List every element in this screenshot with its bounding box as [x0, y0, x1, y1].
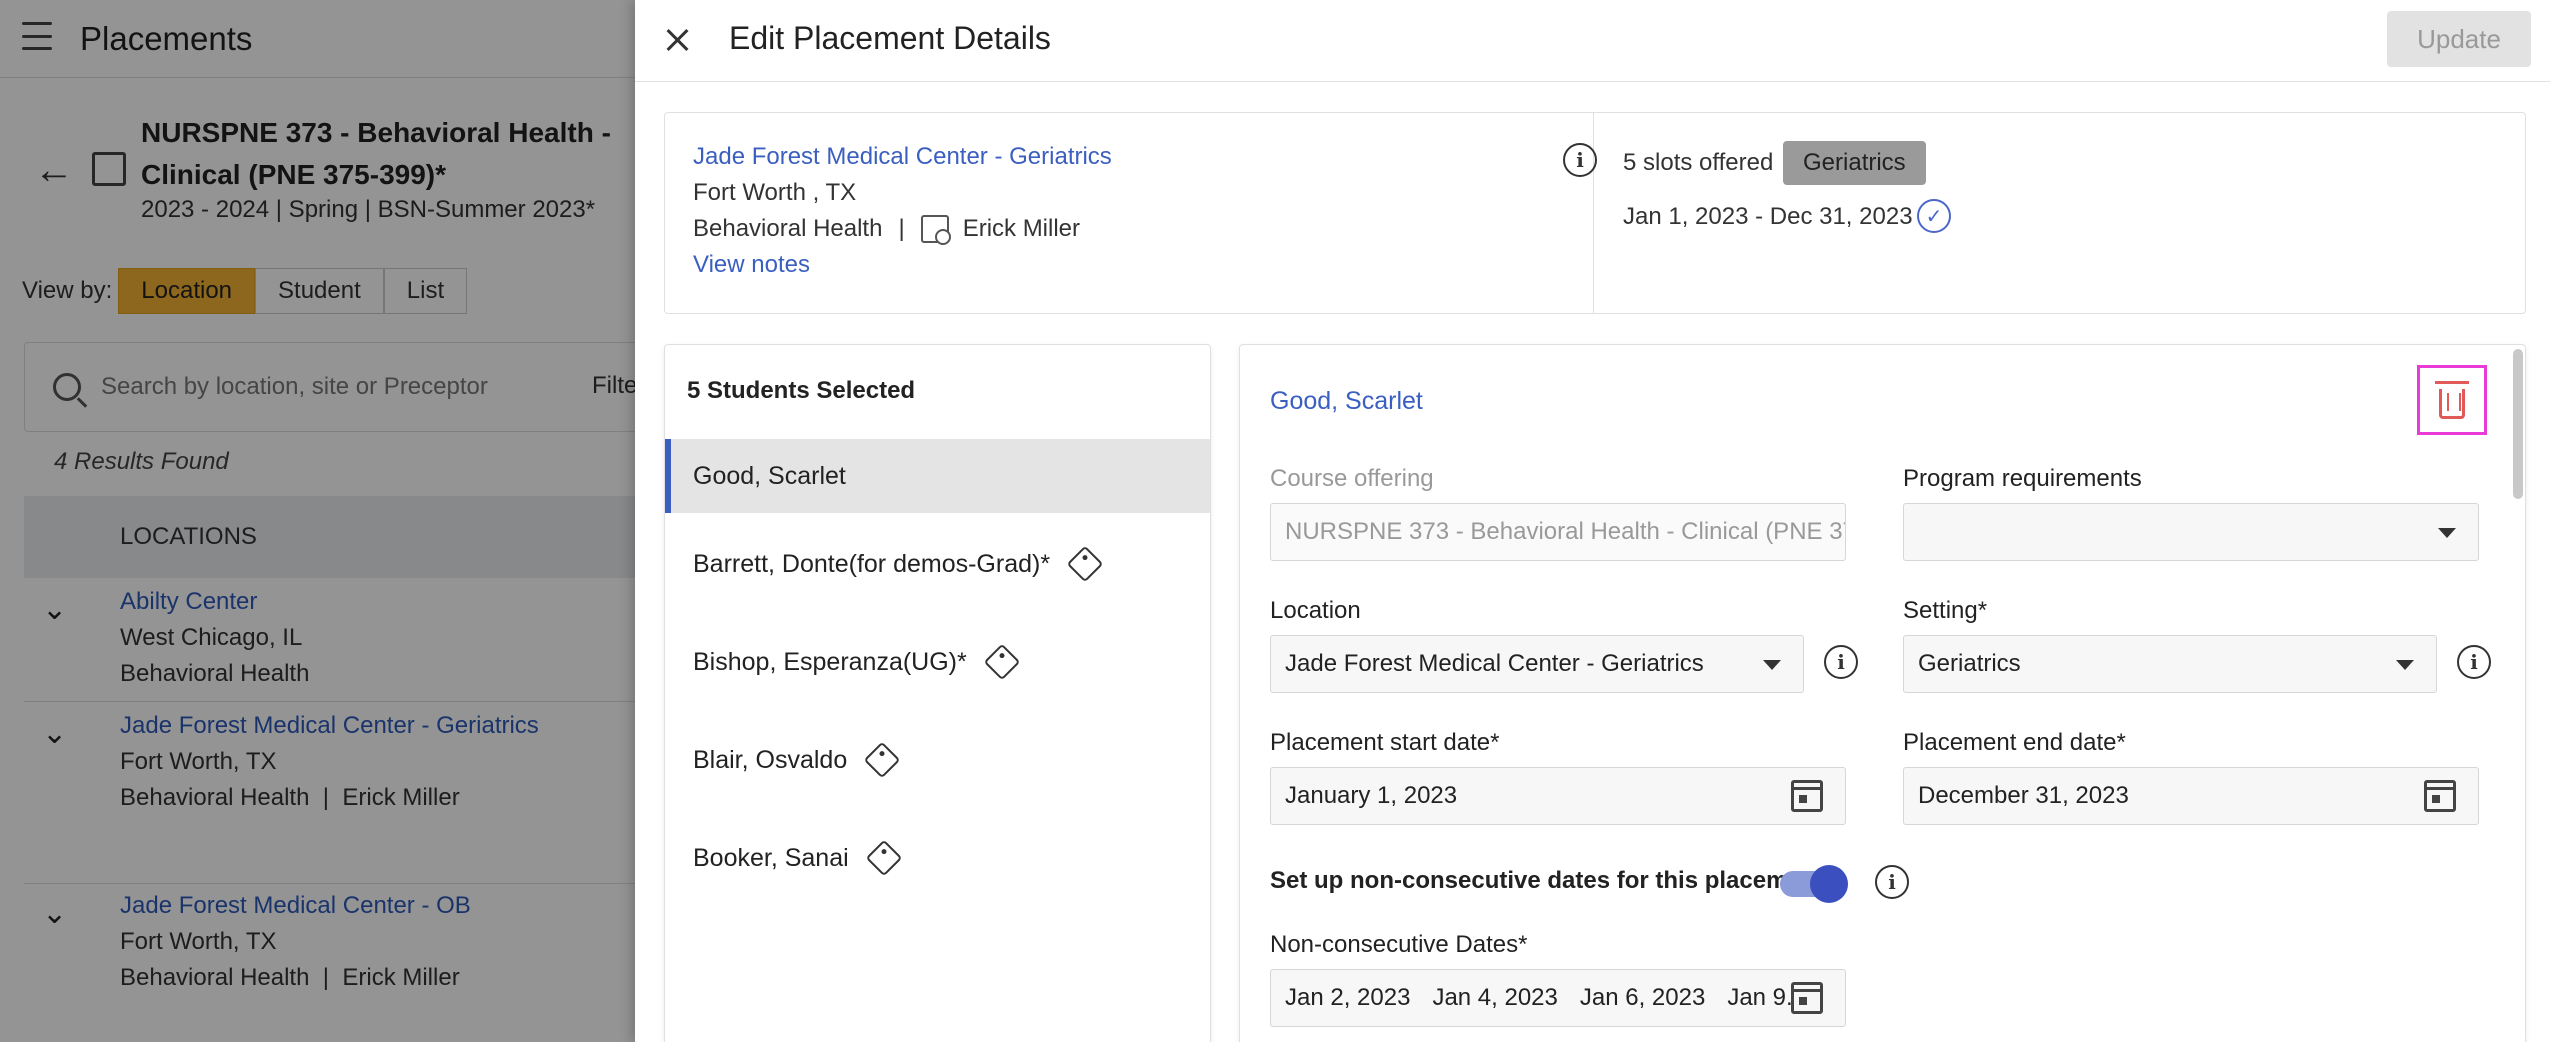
update-button[interactable]: Update — [2387, 11, 2531, 67]
date-range: Jan 1, 2023 - Dec 31, 2023 — [1623, 203, 1913, 230]
start-date-label: Placement start date* — [1270, 729, 1500, 756]
date-chip: Jan 2, 2023 — [1285, 984, 1411, 1011]
calendar-icon[interactable] — [2424, 780, 2456, 812]
student-item-bishop-esperanza[interactable]: Bishop, Esperanza(UG)* — [665, 625, 1210, 699]
tag-icon[interactable] — [865, 839, 903, 877]
student-item-booker-sanai[interactable]: Booker, Sanai — [665, 821, 1210, 895]
trash-icon — [2435, 381, 2469, 419]
summary-specialty-preceptor: Behavioral Health | Erick Miller — [693, 215, 1081, 245]
tag-icon[interactable] — [983, 643, 1021, 681]
student-name: Booker, Sanai — [693, 843, 849, 872]
non-consecutive-dates-input[interactable]: Jan 2, 2023 Jan 4, 2023 Jan 6, 2023 Jan … — [1270, 969, 1846, 1027]
student-name: Good, Scarlet — [693, 461, 846, 490]
location-info-icon[interactable]: i — [1824, 645, 1858, 679]
summary-city: Fort Worth , TX — [693, 179, 857, 206]
separator: | — [898, 215, 905, 242]
chevron-down-icon — [2438, 528, 2456, 538]
student-name: Blair, Osvaldo — [693, 745, 848, 774]
placement-summary-card: Jade Forest Medical Center - Geriatrics … — [664, 112, 2526, 314]
setting-badge: Geriatrics — [1783, 141, 1926, 185]
tag-icon[interactable] — [863, 741, 901, 779]
student-name: Barrett, Donte(for demos-Grad)* — [693, 549, 1051, 578]
calendar-icon[interactable] — [1791, 982, 1823, 1014]
tag-icon[interactable] — [1066, 545, 1104, 583]
drawer-title: Edit Placement Details — [729, 20, 1051, 56]
setting-select[interactable]: Geriatrics — [1903, 635, 2437, 693]
student-item-blair-osvaldo[interactable]: Blair, Osvaldo — [665, 723, 1210, 797]
location-select[interactable]: Jade Forest Medical Center - Geriatrics — [1270, 635, 1804, 693]
students-list-panel: 5 Students Selected Good, Scarlet Barret… — [664, 344, 1211, 1042]
non-consecutive-toggle[interactable] — [1780, 865, 1848, 903]
end-date-label: Placement end date* — [1903, 729, 2126, 756]
summary-preceptor: Erick Miller — [962, 215, 1081, 242]
date-chip-list: Jan 2, 2023 Jan 4, 2023 Jan 6, 2023 Jan … — [1285, 984, 1828, 1012]
placement-form-panel: Good, Scarlet Course offering NURSPNE 37… — [1239, 344, 2526, 1042]
calendar-icon[interactable] — [1791, 780, 1823, 812]
start-date-input[interactable]: January 1, 2023 — [1270, 767, 1846, 825]
location-label: Location — [1270, 597, 1361, 624]
chevron-down-icon — [1763, 660, 1781, 670]
program-requirements-label: Program requirements — [1903, 465, 2142, 492]
setting-info-icon[interactable]: i — [2457, 645, 2491, 679]
slots-offered: 5 slots offered — [1623, 149, 1774, 176]
program-requirements-select[interactable] — [1903, 503, 2479, 561]
student-item-barrett-donte[interactable]: Barrett, Donte(for demos-Grad)* — [665, 527, 1210, 601]
date-chip: Jan 6, 2023 — [1579, 984, 1706, 1011]
view-notes-link[interactable]: View notes — [693, 251, 810, 279]
end-date-input[interactable]: December 31, 2023 — [1903, 767, 2479, 825]
summary-location-section: Jade Forest Medical Center - Geriatrics … — [665, 113, 1597, 313]
toggle-info-icon[interactable]: i — [1875, 865, 1909, 899]
summary-location-link[interactable]: Jade Forest Medical Center - Geriatrics — [693, 143, 1112, 171]
non-consecutive-dates-label: Non-consecutive Dates* — [1270, 931, 1528, 958]
course-offering-field: NURSPNE 373 - Behavioral Health - Clinic… — [1270, 503, 1846, 561]
date-chip: Jan 4, 2023 — [1432, 984, 1558, 1011]
delete-button[interactable] — [2417, 365, 2487, 435]
student-item-good-scarlet[interactable]: Good, Scarlet — [665, 439, 1210, 513]
info-icon[interactable]: i — [1563, 143, 1597, 177]
non-consecutive-toggle-label: Set up non-consecutive dates for this pl… — [1270, 867, 1824, 894]
edit-placement-drawer: Edit Placement Details Update Jade Fores… — [635, 0, 2550, 1042]
toggle-knob — [1810, 865, 1848, 903]
student-name: Bishop, Esperanza(UG)* — [693, 647, 967, 676]
preceptor-icon — [920, 215, 951, 245]
students-selected-header: 5 Students Selected — [687, 377, 916, 404]
scrollbar[interactable] — [2513, 349, 2523, 499]
summary-slots-section: 5 slots offered Geriatrics Jan 1, 2023 -… — [1595, 113, 2525, 313]
chevron-down-icon — [2396, 660, 2414, 670]
check-circle-icon: ✓ — [1917, 199, 1951, 233]
course-offering-label: Course offering — [1270, 465, 1434, 492]
close-icon[interactable] — [659, 22, 695, 58]
form-student-name[interactable]: Good, Scarlet — [1270, 387, 1423, 416]
drawer-header: Edit Placement Details Update — [635, 0, 2550, 82]
summary-specialty: Behavioral Health — [693, 215, 883, 242]
setting-label: Setting* — [1903, 597, 1988, 624]
